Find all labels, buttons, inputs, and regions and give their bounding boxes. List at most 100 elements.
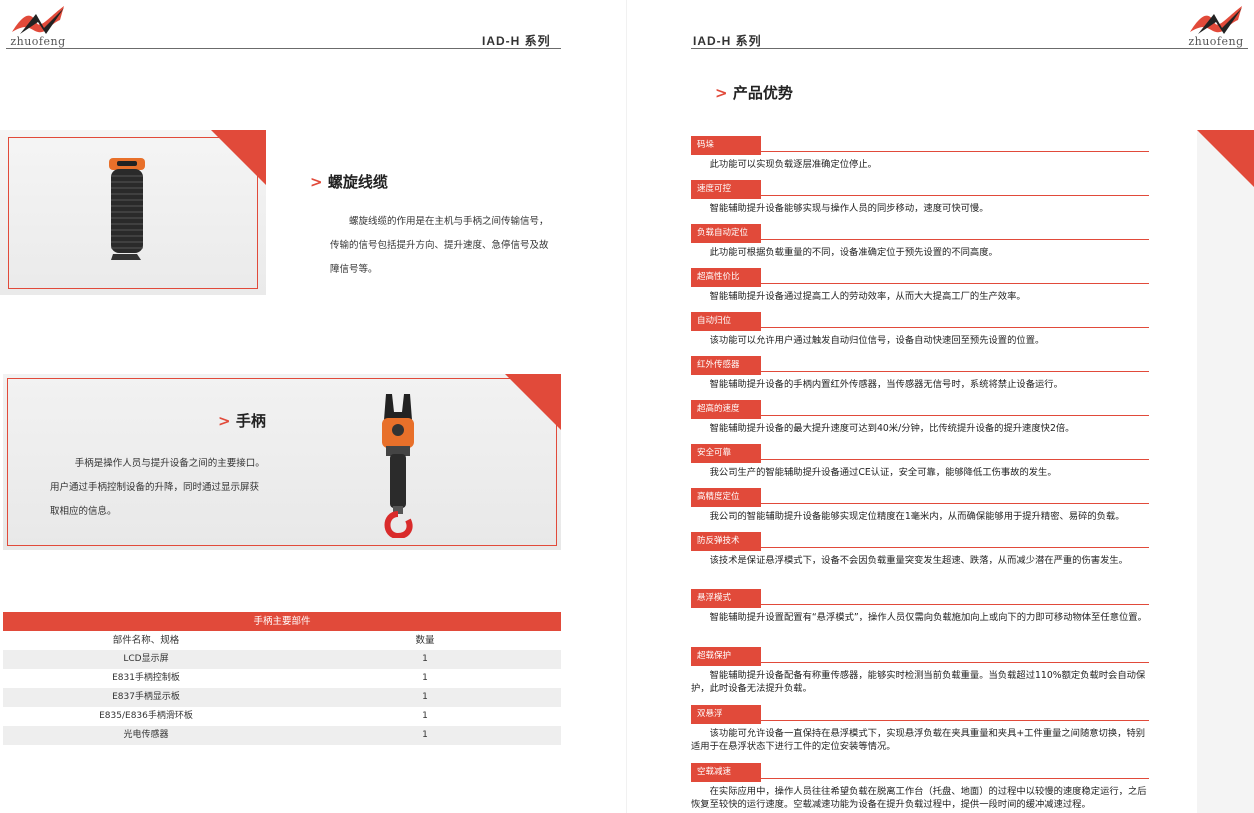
part-qty: 1	[422, 654, 428, 664]
advantage-label: 超高性价比	[691, 268, 761, 287]
advantage-item: 码垛 此功能可以实现负载逐层准确定位停止。	[691, 132, 1217, 171]
table-row: E831手柄控制板 1	[3, 669, 561, 688]
chevron-right-icon: >	[310, 173, 323, 191]
advantage-rule	[691, 459, 1149, 460]
advantage-desc: 智能辅助提升设备配备有称重传感器，能够实时检测当前负载重量。当负载超过110%额…	[691, 670, 1146, 694]
advantage-rule	[691, 662, 1149, 663]
advantage-label: 超载保护	[691, 647, 761, 666]
cable-desc-line: 障信号等。	[330, 264, 378, 275]
part-name: E831手柄控制板	[112, 673, 180, 683]
advantage-label: 空载减速	[691, 763, 761, 782]
advantage-desc: 在实际应用中，操作人员往往希望负载在脱离工作台（托盘、地面）的过程中以较慢的速度…	[691, 786, 1147, 810]
logo-mark-icon	[1190, 6, 1242, 34]
spiral-cable-image	[109, 158, 145, 260]
advantage-rule	[691, 547, 1149, 548]
chevron-right-icon: >	[715, 84, 728, 102]
advantage-label: 超高的速度	[691, 400, 761, 419]
advantage-item: 空载减速 在实际应用中，操作人员往往希望负载在脱离工作台（托盘、地面）的过程中以…	[691, 759, 1217, 811]
advantage-rule	[691, 151, 1149, 152]
table-row: LCD显示屏 1	[3, 650, 561, 669]
advantage-label: 安全可靠	[691, 444, 761, 463]
table-row: 光电传感器 1	[3, 726, 561, 745]
right-page: IAD-H 系列 zhuofeng > 产品优势 码垛 此功能可以实现负载逐层准…	[627, 0, 1254, 813]
header-rule	[6, 48, 561, 49]
advantage-item: 高精度定位 我公司的智能辅助提升设备能够实现定位精度在1毫米内，从而确保能够用于…	[691, 484, 1217, 523]
advantage-rule	[691, 604, 1149, 605]
logo-mark-icon	[12, 6, 64, 34]
table-row: E835/E836手柄滑环板 1	[3, 707, 561, 726]
left-page: zhuofeng IAD-H 系列 > 螺旋线缆 螺旋线缆的作用是在主机与手柄之…	[0, 0, 627, 813]
series-label: IAD-H 系列	[693, 34, 762, 48]
part-name: 光电传感器	[123, 730, 169, 740]
advantage-rule	[691, 503, 1149, 504]
advantage-item: 防反弹技术 该技术是保证悬浮模式下，设备不会因负载重量突变发生超速、跌落，从而减…	[691, 528, 1217, 567]
cable-desc-line: 螺旋线缆的作用是在主机与手柄之间传输信号，	[349, 216, 549, 227]
advantage-item: 超载保护 智能辅助提升设备配备有称重传感器，能够实时检测当前负载重量。当负载超过…	[691, 643, 1217, 695]
handle-desc-line: 取相应的信息。	[50, 506, 117, 517]
advantage-desc: 我公司的智能辅助提升设备能够实现定位精度在1毫米内，从而确保能够用于提升精密、易…	[709, 511, 1125, 522]
handle-title-text: 手柄	[235, 412, 266, 430]
parts-table: 手柄主要部件 部件名称、规格 数量 LCD显示屏 1 E831手柄控制板 1 E…	[3, 612, 561, 745]
advantage-label: 红外传感器	[691, 356, 761, 375]
part-qty: 1	[422, 711, 428, 721]
advantage-desc: 该功能可允许设备一直保持在悬浮模式下，实现悬浮负载在夹具重量和夹具+工件重量之间…	[691, 728, 1146, 752]
advantage-desc: 智能辅助提升设备通过提高工人的劳动效率，从而大大提高工厂的生产效率。	[709, 291, 1026, 302]
advantage-rule	[691, 283, 1149, 284]
table-header-row: 部件名称、规格 数量	[3, 631, 561, 650]
advantage-desc: 智能辅助提升设置配置有“悬浮模式”，操作人员仅需向负载施加向上或向下的力即可移动…	[709, 612, 1147, 623]
zhuofeng-logo: zhuofeng	[6, 2, 70, 48]
handle-desc-line: 手柄是操作人员与提升设备之间的主要接口。	[74, 458, 265, 469]
part-name: E837手柄显示板	[112, 692, 180, 702]
advantage-item: 自动归位 该功能可以允许用户通过触发自动归位信号，设备自动快速回至预先设置的位置…	[691, 308, 1217, 347]
advantage-desc: 智能辅助提升设备的手柄内置红外传感器，当传感器无信号时，系统将禁止设备运行。	[709, 379, 1063, 390]
advantage-desc: 该技术是保证悬浮模式下，设备不会因负载重量突变发生超速、跌落，从而减少潜在严重的…	[709, 555, 1128, 566]
advantage-rule	[691, 778, 1149, 779]
advantages-title: > 产品优势	[715, 82, 793, 103]
advantage-rule	[691, 327, 1149, 328]
handle-image	[382, 394, 414, 538]
advantages-title-text: 产品优势	[732, 84, 793, 102]
advantage-rule	[691, 239, 1149, 240]
advantage-item: 悬浮模式 智能辅助提升设置配置有“悬浮模式”，操作人员仅需向负载施加向上或向下的…	[691, 585, 1217, 624]
chevron-right-icon: >	[218, 412, 231, 430]
part-name: E835/E836手柄滑环板	[99, 711, 193, 721]
part-qty: 1	[422, 692, 428, 702]
logo-text: zhuofeng	[1188, 35, 1244, 48]
advantage-label: 负载自动定位	[691, 224, 761, 243]
zhuofeng-logo: zhuofeng	[1184, 2, 1248, 48]
advantage-label: 防反弹技术	[691, 532, 761, 551]
advantage-item: 安全可靠 我公司生产的智能辅助提升设备通过CE认证，安全可靠，能够降低工伤事故的…	[691, 440, 1217, 479]
advantage-label: 自动归位	[691, 312, 761, 331]
advantage-item: 超高性价比 智能辅助提升设备通过提高工人的劳动效率，从而大大提高工厂的生产效率。	[691, 264, 1217, 303]
advantage-item: 负载自动定位 此功能可根据负载重量的不同，设备准确定位于预先设置的不同高度。	[691, 220, 1217, 259]
advantage-desc: 此功能可以实现负载逐层准确定位停止。	[709, 159, 877, 170]
cable-desc-line: 传输的信号包括提升方向、提升速度、急停信号及故	[330, 240, 549, 251]
advantage-label: 双悬浮	[691, 705, 761, 724]
advantage-item: 速度可控 智能辅助提升设备能够实现与操作人员的同步移动，速度可快可慢。	[691, 176, 1217, 215]
advantage-rule	[691, 720, 1149, 721]
handle-title: > 手柄	[218, 410, 266, 431]
corner-triangle	[505, 374, 561, 430]
advantage-rule	[691, 415, 1149, 416]
part-qty: 1	[422, 730, 428, 740]
advantage-desc: 此功能可根据负载重量的不同，设备准确定位于预先设置的不同高度。	[709, 247, 998, 258]
logo-text: zhuofeng	[10, 35, 66, 48]
handle-desc-line: 用户通过手柄控制设备的升降，同时通过显示屏获	[50, 482, 260, 493]
advantage-item: 双悬浮 该功能可允许设备一直保持在悬浮模式下，实现悬浮负载在夹具重量和夹具+工件…	[691, 701, 1217, 753]
advantage-desc: 智能辅助提升设备能够实现与操作人员的同步移动，速度可快可慢。	[709, 203, 989, 214]
advantage-rule	[691, 195, 1149, 196]
part-qty: 1	[422, 673, 428, 683]
cable-title-text: 螺旋线缆	[327, 173, 388, 191]
advantage-desc: 我公司生产的智能辅助提升设备通过CE认证，安全可靠，能够降低工伤事故的发生。	[709, 467, 1057, 478]
advantage-rule	[691, 371, 1149, 372]
part-name: LCD显示屏	[123, 654, 169, 664]
series-label: IAD-H 系列	[482, 34, 551, 48]
advantage-desc: 该功能可以允许用户通过触发自动归位信号，设备自动快速回至预先设置的位置。	[709, 335, 1045, 346]
advantage-desc: 智能辅助提升设备的最大提升速度可达到40米/分钟，比传统提升设备的提升速度快2倍…	[709, 423, 1075, 434]
cable-description: 螺旋线缆的作用是在主机与手柄之间传输信号， 传输的信号包括提升方向、提升速度、急…	[330, 210, 570, 282]
advantage-label: 悬浮模式	[691, 589, 761, 608]
corner-triangle	[211, 130, 266, 185]
advantage-label: 高精度定位	[691, 488, 761, 507]
cable-title: > 螺旋线缆	[310, 171, 388, 192]
col-header-name: 部件名称、规格	[112, 635, 180, 646]
